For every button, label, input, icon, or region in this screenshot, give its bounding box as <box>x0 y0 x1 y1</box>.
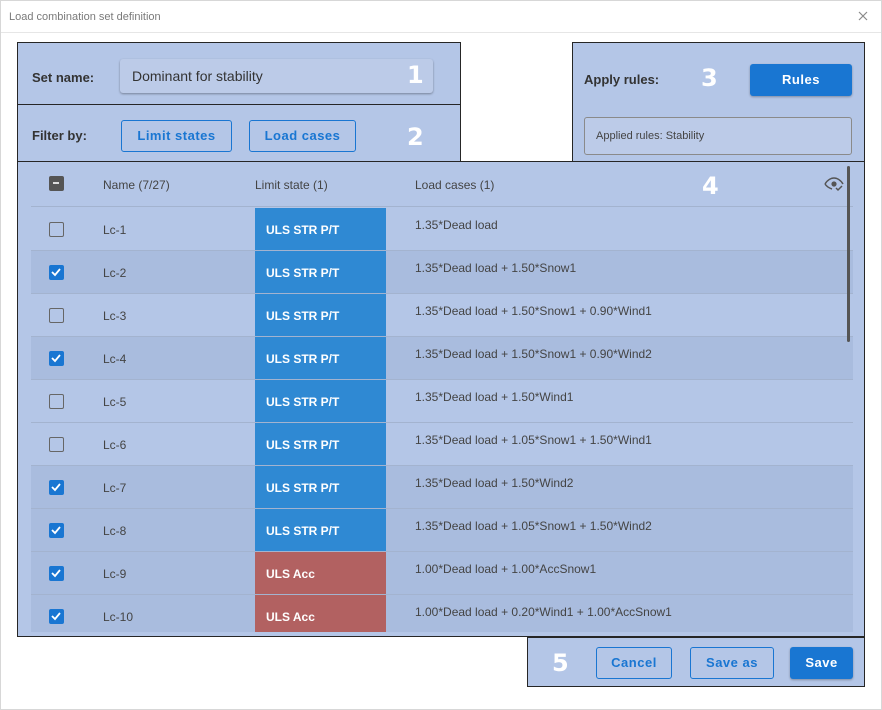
table-row[interactable]: Lc-1 ULS STR P/T 1.35*Dead load <box>31 208 853 251</box>
footer-panel: 5 Cancel Save as Save <box>527 637 865 687</box>
cell-name: Lc-4 <box>103 352 127 366</box>
cell-name: Lc-8 <box>103 524 127 538</box>
window-title: Load combination set definition <box>9 11 161 23</box>
apply-rules-label: Apply rules: <box>584 72 660 87</box>
rules-button[interactable]: Rules <box>750 64 852 96</box>
set-name-label: Set name: <box>32 70 95 85</box>
save-as-button[interactable]: Save as <box>690 647 774 679</box>
cell-load-cases: 1.35*Dead load + 1.50*Snow1 + 0.90*Wind2 <box>415 347 652 361</box>
select-all-checkbox[interactable] <box>49 176 64 191</box>
marker-5: 5 <box>552 649 569 677</box>
dialog-window: Load combination set definition Set name… <box>0 0 882 710</box>
row-checkbox[interactable] <box>49 351 64 366</box>
marker-3: 3 <box>701 64 718 92</box>
cell-load-cases: 1.35*Dead load + 1.50*Snow1 + 0.90*Wind1 <box>415 304 652 318</box>
marker-1: 1 <box>407 61 424 89</box>
row-checkbox[interactable] <box>49 265 64 280</box>
cell-limit-state: ULS STR P/T <box>255 294 386 336</box>
set-name-input[interactable]: Dominant for stability <box>120 59 433 93</box>
header-name[interactable]: Name (7/27) <box>103 178 170 192</box>
table-row[interactable]: Lc-6 ULS STR P/T 1.35*Dead load + 1.05*Sno… <box>31 423 853 466</box>
cell-limit-state: ULS STR P/T <box>255 208 386 250</box>
cell-limit-state: ULS Acc <box>255 595 386 632</box>
table-row[interactable]: Lc-2 ULS STR P/T 1.35*Dead load + 1.50*Sno… <box>31 251 853 294</box>
row-checkbox[interactable] <box>49 394 64 409</box>
eye-icon[interactable] <box>824 176 844 192</box>
cell-name: Lc-10 <box>103 610 134 624</box>
cell-load-cases: 1.35*Dead load + 1.50*Wind2 <box>415 476 574 490</box>
row-checkbox[interactable] <box>49 480 64 495</box>
cell-limit-state: ULS Acc <box>255 552 386 594</box>
row-checkbox[interactable] <box>49 222 64 237</box>
limit-states-button[interactable]: Limit states <box>121 120 232 152</box>
table-header: Name (7/27) Limit state (1) Load cases (… <box>31 162 853 207</box>
cancel-button[interactable]: Cancel <box>596 647 672 679</box>
applied-rules-field: Applied rules: Stability <box>584 117 852 155</box>
table-row[interactable]: Lc-8 ULS STR P/T 1.35*Dead load + 1.05*Sno… <box>31 509 853 552</box>
cell-name: Lc-1 <box>103 223 127 237</box>
table-scrollbar[interactable] <box>847 166 850 342</box>
table-row[interactable]: Lc-5 ULS STR P/T 1.35*Dead load + 1.50*Win… <box>31 380 853 423</box>
cell-name: Lc-5 <box>103 395 127 409</box>
cell-load-cases: 1.35*Dead load + 1.05*Snow1 + 1.50*Wind1 <box>415 433 652 447</box>
table-row[interactable]: Lc-7 ULS STR P/T 1.35*Dead load + 1.50*Win… <box>31 466 853 509</box>
save-button[interactable]: Save <box>790 647 853 679</box>
cell-load-cases: 1.35*Dead load <box>415 218 498 232</box>
table-row[interactable]: Lc-10 ULS Acc 1.00*Dead load + 0.20*Wind1 … <box>31 595 853 632</box>
cell-load-cases: 1.35*Dead load + 1.05*Snow1 + 1.50*Wind2 <box>415 519 652 533</box>
cell-limit-state: ULS STR P/T <box>255 337 386 379</box>
cell-load-cases: 1.00*Dead load + 1.00*AccSnow1 <box>415 562 597 576</box>
combinations-table: Name (7/27) Limit state (1) Load cases (… <box>31 162 853 632</box>
row-checkbox[interactable] <box>49 437 64 452</box>
table-row[interactable]: Lc-9 ULS Acc 1.00*Dead load + 1.00*AccSnow… <box>31 552 853 595</box>
cell-limit-state: ULS STR P/T <box>255 380 386 422</box>
cell-limit-state: ULS STR P/T <box>255 509 386 551</box>
row-checkbox[interactable] <box>49 308 64 323</box>
cell-name: Lc-2 <box>103 266 127 280</box>
cell-name: Lc-7 <box>103 481 127 495</box>
cell-name: Lc-6 <box>103 438 127 452</box>
table-row[interactable]: Lc-4 ULS STR P/T 1.35*Dead load + 1.50*Sno… <box>31 337 853 380</box>
cell-limit-state: ULS STR P/T <box>255 466 386 508</box>
cell-load-cases: 1.00*Dead load + 0.20*Wind1 + 1.00*AccSn… <box>415 605 672 619</box>
cell-load-cases: 1.35*Dead load + 1.50*Wind1 <box>415 390 574 404</box>
load-cases-button[interactable]: Load cases <box>249 120 356 152</box>
filter-panel: Filter by: Limit states Load cases 2 <box>17 104 461 162</box>
row-checkbox[interactable] <box>49 609 64 624</box>
filter-label: Filter by: <box>32 128 87 143</box>
close-icon[interactable] <box>855 8 871 24</box>
set-name-panel: Set name: Dominant for stability 1 <box>17 42 461 105</box>
header-load-cases[interactable]: Load cases (1) <box>415 178 494 192</box>
cell-name: Lc-9 <box>103 567 127 581</box>
marker-2: 2 <box>407 123 424 151</box>
row-checkbox[interactable] <box>49 523 64 538</box>
combinations-table-panel: Name (7/27) Limit state (1) Load cases (… <box>17 161 865 637</box>
cell-limit-state: ULS STR P/T <box>255 251 386 293</box>
marker-4: 4 <box>702 172 719 200</box>
cell-name: Lc-3 <box>103 309 127 323</box>
cell-limit-state: ULS STR P/T <box>255 423 386 465</box>
row-checkbox[interactable] <box>49 566 64 581</box>
header-limit-state[interactable]: Limit state (1) <box>255 178 328 192</box>
apply-rules-panel: Apply rules: 3 Rules Applied rules: Stab… <box>572 42 865 162</box>
table-row[interactable]: Lc-3 ULS STR P/T 1.35*Dead load + 1.50*Sno… <box>31 294 853 337</box>
titlebar: Load combination set definition <box>1 1 881 33</box>
cell-load-cases: 1.35*Dead load + 1.50*Snow1 <box>415 261 577 275</box>
